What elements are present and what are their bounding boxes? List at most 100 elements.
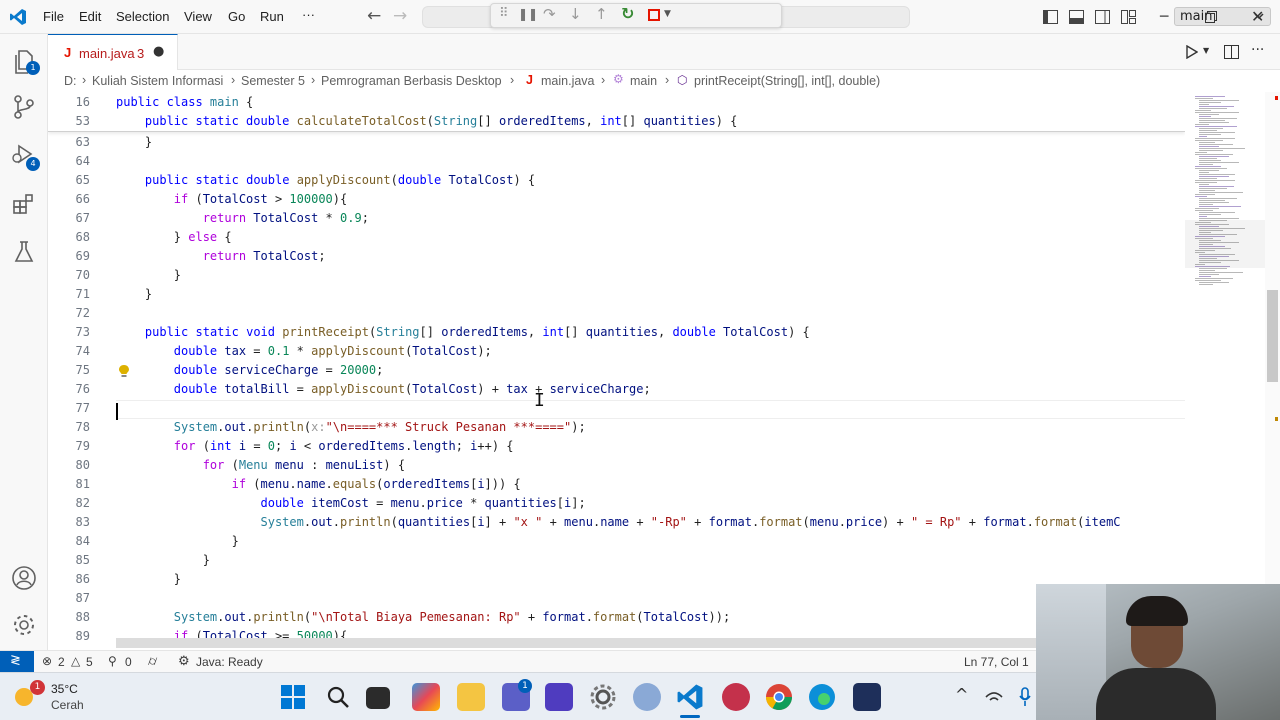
java-status[interactable]: Java: Ready bbox=[196, 655, 263, 669]
drag-handle-icon[interactable]: ⠿ bbox=[499, 6, 509, 21]
weather-temp[interactable]: 35°C bbox=[51, 682, 78, 696]
line-number: 66 bbox=[75, 192, 90, 206]
menu-edit[interactable]: Edit bbox=[79, 9, 101, 24]
edge-icon[interactable] bbox=[808, 683, 836, 711]
file-explorer-icon[interactable] bbox=[457, 683, 485, 711]
remote-indicator[interactable]: ≷ bbox=[0, 651, 34, 673]
minimap-line bbox=[1199, 176, 1229, 177]
network-icon[interactable] bbox=[985, 689, 1003, 703]
microphone-icon[interactable] bbox=[1019, 687, 1031, 707]
restore-icon[interactable] bbox=[1205, 11, 1217, 23]
manage-gear-icon[interactable] bbox=[11, 612, 37, 638]
line-number: 82 bbox=[75, 496, 90, 510]
settings-gear-icon[interactable] bbox=[589, 683, 617, 711]
error-icon[interactable]: ⊗ bbox=[42, 654, 52, 668]
breadcrumb-drive[interactable]: D: bbox=[64, 74, 77, 88]
minimize-icon[interactable]: ─ bbox=[1160, 9, 1168, 25]
code-line: } bbox=[116, 135, 153, 149]
menu-file[interactable]: File bbox=[43, 9, 64, 24]
toggle-panel-icon[interactable] bbox=[1069, 10, 1084, 24]
vertical-scrollbar[interactable] bbox=[1265, 92, 1280, 650]
copilot-icon[interactable] bbox=[412, 683, 440, 711]
mouse-ibeam-cursor: I bbox=[534, 390, 545, 411]
minimap-line bbox=[1195, 126, 1237, 127]
minimap-line bbox=[1195, 110, 1211, 111]
stop-icon[interactable] bbox=[648, 9, 660, 21]
lightbulb-icon[interactable] bbox=[118, 364, 130, 378]
breadcrumb-method[interactable]: printReceipt(String[], int[], double) bbox=[694, 74, 880, 88]
minimap-line bbox=[1199, 174, 1235, 175]
toggle-sidebar-icon[interactable] bbox=[1043, 10, 1058, 24]
minimap-line bbox=[1199, 204, 1213, 205]
tab-modified-dot[interactable]: ● bbox=[153, 44, 164, 59]
minimap-line bbox=[1199, 206, 1241, 207]
extensions-icon[interactable] bbox=[12, 192, 36, 216]
weather-desc[interactable]: Cerah bbox=[51, 698, 84, 712]
stop-options-icon[interactable]: ▼ bbox=[664, 9, 671, 19]
debug-icon[interactable]: ⌭ bbox=[148, 653, 157, 669]
minimap-line bbox=[1199, 122, 1229, 123]
restart-icon[interactable]: ↻ bbox=[621, 4, 634, 23]
code-editor[interactable]: 63 } 64 65 public static double applyDisco… bbox=[48, 92, 1280, 650]
breadcrumb-folder-course[interactable]: Pemrograman Berbasis Desktop bbox=[321, 74, 502, 88]
ports-count[interactable]: 0 bbox=[125, 655, 132, 669]
split-editor-icon[interactable] bbox=[1224, 45, 1239, 59]
visual-studio-icon[interactable] bbox=[545, 683, 573, 711]
account-icon[interactable] bbox=[11, 565, 37, 591]
step-into-icon[interactable]: ↓ bbox=[569, 5, 582, 23]
minimap-line bbox=[1199, 200, 1225, 201]
warning-count[interactable]: 5 bbox=[86, 655, 93, 669]
search-icon[interactable] bbox=[326, 685, 350, 709]
pause-icon[interactable]: ❚❚ bbox=[518, 7, 538, 21]
cursor-position[interactable]: Ln 77, Col 1 bbox=[964, 655, 1029, 669]
current-line-highlight bbox=[116, 400, 1185, 419]
testing-flask-icon[interactable] bbox=[13, 240, 35, 264]
menu-go[interactable]: Go bbox=[228, 9, 245, 24]
back-arrow-icon[interactable]: ← bbox=[367, 6, 381, 26]
source-control-icon[interactable] bbox=[13, 95, 35, 119]
minimap-line bbox=[1199, 130, 1217, 131]
breadcrumb-file[interactable]: main.java bbox=[541, 74, 595, 88]
customize-layout-icon[interactable] bbox=[1121, 10, 1136, 24]
close-icon[interactable]: ✕ bbox=[1251, 7, 1264, 26]
error-count[interactable]: 2 bbox=[58, 655, 65, 669]
code-line: public static double applyDiscount(doubl… bbox=[144, 173, 536, 187]
sticky-line-code: public class main { bbox=[116, 95, 254, 109]
toggle-secondary-sidebar-icon[interactable] bbox=[1095, 10, 1110, 24]
code-line: double tax = 0.1 * applyDiscount(TotalCo… bbox=[173, 344, 492, 358]
step-over-icon[interactable]: ↷ bbox=[543, 5, 556, 23]
step-out-icon[interactable]: ↑ bbox=[595, 5, 608, 23]
menu-more[interactable]: ··· bbox=[302, 7, 315, 22]
recorder-app-icon[interactable] bbox=[722, 683, 750, 711]
breadcrumb-class[interactable]: main bbox=[630, 74, 657, 88]
windows-start-icon[interactable] bbox=[281, 685, 305, 709]
minimap[interactable] bbox=[1185, 92, 1265, 650]
warning-icon[interactable]: △ bbox=[71, 654, 80, 668]
r-app-icon[interactable] bbox=[633, 683, 661, 711]
tab-main-java[interactable]: J main.java 3 ● bbox=[48, 34, 178, 70]
chrome-icon[interactable] bbox=[765, 683, 793, 711]
vertical-scrollbar-thumb[interactable] bbox=[1267, 290, 1278, 382]
method-symbol-icon: ⬡ bbox=[677, 73, 688, 87]
menu-view[interactable]: View bbox=[184, 9, 212, 24]
menu-run[interactable]: Run bbox=[260, 9, 284, 24]
minimap-slider[interactable] bbox=[1185, 220, 1265, 268]
menu-selection[interactable]: Selection bbox=[116, 9, 169, 24]
run-java-icon[interactable] bbox=[1185, 45, 1198, 59]
more-actions-icon[interactable]: ··· bbox=[1251, 42, 1264, 58]
line-number: 74 bbox=[75, 344, 90, 358]
task-view-icon[interactable] bbox=[366, 687, 390, 709]
code-line: return TotalCost * 0.9; bbox=[202, 211, 369, 225]
ports-icon[interactable]: ⚲ bbox=[108, 654, 117, 668]
system-tray-chevron-icon[interactable]: ^ bbox=[955, 685, 968, 704]
minimap-line bbox=[1199, 146, 1219, 147]
breadcrumb-folder-kuliah[interactable]: Kuliah Sistem Informasi bbox=[92, 74, 223, 88]
forward-arrow-icon[interactable]: → bbox=[393, 6, 407, 26]
breadcrumb-folder-semester[interactable]: Semester 5 bbox=[241, 74, 305, 88]
minimap-line bbox=[1199, 282, 1229, 283]
sticky-scroll: 16 public class main { 53 public static … bbox=[48, 92, 1185, 132]
netbeans-icon[interactable] bbox=[853, 683, 881, 711]
vscode-taskbar-icon[interactable] bbox=[676, 683, 704, 711]
code-line: System.out.println(x:"\n====*** Struck P… bbox=[173, 420, 586, 434]
run-options-icon[interactable]: ▼ bbox=[1203, 46, 1209, 55]
